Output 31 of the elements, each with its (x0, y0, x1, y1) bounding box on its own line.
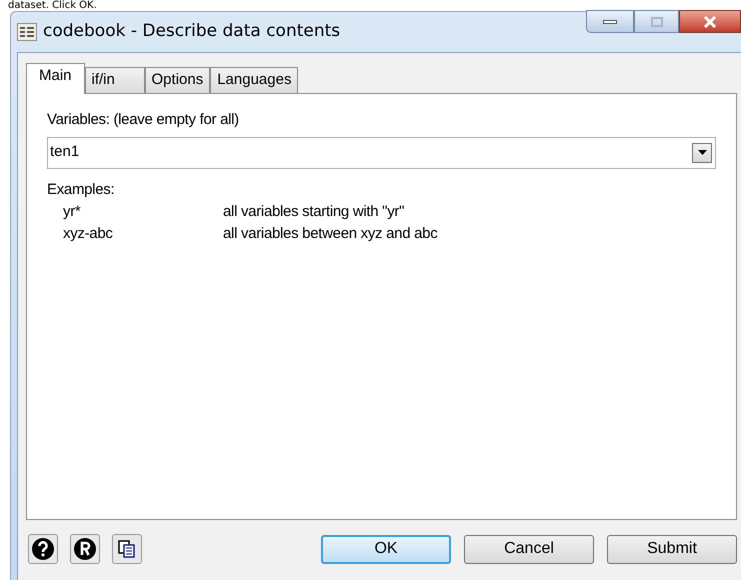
r-circle-icon (73, 537, 97, 561)
maximize-button[interactable] (634, 10, 679, 33)
caret-icon (698, 150, 706, 155)
tab[interactable]: Main (26, 63, 85, 94)
example-pattern: xyz-abc (63, 224, 114, 244)
help-icon (31, 537, 55, 561)
minimize-button[interactable] (586, 10, 634, 33)
dialog-button[interactable]: OK (321, 534, 451, 564)
variables-combobox[interactable]: ten1 (47, 136, 716, 168)
tab[interactable]: if/in (84, 67, 145, 93)
maximize-icon (650, 16, 662, 26)
copy-icon (117, 539, 137, 559)
dialog-button[interactable]: Submit (607, 534, 737, 564)
example-pattern: yr* (63, 202, 82, 222)
minimize-icon (603, 20, 617, 24)
variables-label: Variables: (leave empty for all) (47, 110, 240, 130)
close-button[interactable] (679, 10, 741, 33)
dialog-icon (17, 23, 37, 41)
close-icon (703, 16, 717, 28)
example-description: all variables between xyz and abc (223, 224, 438, 244)
tab[interactable]: Languages (210, 67, 298, 93)
dropdown-button[interactable] (692, 142, 712, 162)
tab[interactable]: Options (144, 67, 210, 93)
dialog-button[interactable]: Cancel (464, 534, 594, 564)
copy-button[interactable] (112, 534, 142, 564)
example-description: all variables starting with "yr" (223, 202, 404, 222)
examples-heading: Examples: (47, 180, 116, 200)
help-button[interactable] (28, 534, 58, 564)
window-title: codebook - Describe data contents (43, 20, 340, 44)
reset-button[interactable] (70, 534, 100, 564)
caption-text: dataset. Click OK. (8, 0, 97, 11)
